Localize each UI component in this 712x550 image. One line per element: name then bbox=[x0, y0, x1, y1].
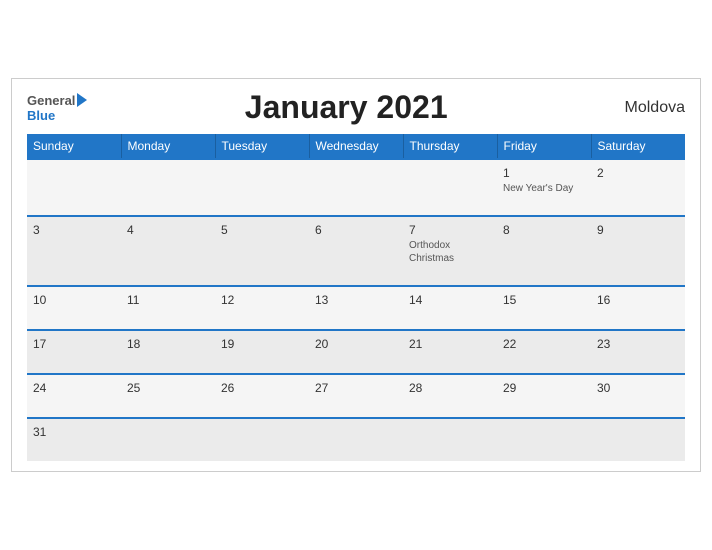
calendar-day: 8 bbox=[497, 216, 591, 286]
day-number: 13 bbox=[315, 293, 397, 307]
day-number: 20 bbox=[315, 337, 397, 351]
day-number: 10 bbox=[33, 293, 115, 307]
header-thursday: Thursday bbox=[403, 134, 497, 159]
day-number: 9 bbox=[597, 223, 679, 237]
calendar-day: 18 bbox=[121, 330, 215, 374]
calendar-day bbox=[403, 159, 497, 216]
country-label: Moldova bbox=[605, 99, 685, 117]
logo-triangle-icon bbox=[77, 93, 87, 107]
day-number: 18 bbox=[127, 337, 209, 351]
calendar-day: 1 New Year's Day bbox=[497, 159, 591, 216]
calendar-day: 6 bbox=[309, 216, 403, 286]
calendar-week-row: 1 New Year's Day 2 bbox=[27, 159, 685, 216]
calendar-day bbox=[215, 418, 309, 461]
calendar-day: 12 bbox=[215, 286, 309, 330]
day-number: 19 bbox=[221, 337, 303, 351]
calendar-day bbox=[403, 418, 497, 461]
calendar-day bbox=[121, 418, 215, 461]
day-number: 31 bbox=[33, 425, 115, 439]
calendar-week-row: 24 25 26 27 28 29 30 bbox=[27, 374, 685, 418]
calendar-week-row: 10 11 12 13 14 15 16 bbox=[27, 286, 685, 330]
calendar-day: 21 bbox=[403, 330, 497, 374]
calendar-day: 17 bbox=[27, 330, 121, 374]
day-number: 16 bbox=[597, 293, 679, 307]
calendar-day: 26 bbox=[215, 374, 309, 418]
calendar-day: 28 bbox=[403, 374, 497, 418]
calendar-day: 20 bbox=[309, 330, 403, 374]
calendar-day: 25 bbox=[121, 374, 215, 418]
calendar-day: 22 bbox=[497, 330, 591, 374]
calendar-day bbox=[121, 159, 215, 216]
logo-general-text: General bbox=[27, 93, 75, 108]
day-number: 15 bbox=[503, 293, 585, 307]
holiday-label: Orthodox Christmas bbox=[409, 239, 491, 265]
calendar-header: General Blue January 2021 Moldova bbox=[27, 89, 685, 126]
header-tuesday: Tuesday bbox=[215, 134, 309, 159]
day-number: 14 bbox=[409, 293, 491, 307]
weekday-header-row: Sunday Monday Tuesday Wednesday Thursday… bbox=[27, 134, 685, 159]
calendar-day: 31 bbox=[27, 418, 121, 461]
day-number: 22 bbox=[503, 337, 585, 351]
calendar-day: 11 bbox=[121, 286, 215, 330]
day-number: 28 bbox=[409, 381, 491, 395]
day-number: 27 bbox=[315, 381, 397, 395]
logo-blue-text: Blue bbox=[27, 108, 55, 123]
calendar-day: 30 bbox=[591, 374, 685, 418]
calendar-day: 14 bbox=[403, 286, 497, 330]
day-number: 5 bbox=[221, 223, 303, 237]
calendar-day: 9 bbox=[591, 216, 685, 286]
day-number: 1 bbox=[503, 166, 585, 180]
day-number: 30 bbox=[597, 381, 679, 395]
day-number: 21 bbox=[409, 337, 491, 351]
calendar-week-row: 31 bbox=[27, 418, 685, 461]
calendar-day: 15 bbox=[497, 286, 591, 330]
calendar-day: 16 bbox=[591, 286, 685, 330]
day-number: 8 bbox=[503, 223, 585, 237]
calendar-day: 19 bbox=[215, 330, 309, 374]
calendar-title: January 2021 bbox=[87, 89, 605, 126]
day-number: 24 bbox=[33, 381, 115, 395]
calendar-table: Sunday Monday Tuesday Wednesday Thursday… bbox=[27, 134, 685, 461]
day-number: 17 bbox=[33, 337, 115, 351]
calendar-container: General Blue January 2021 Moldova Sunday… bbox=[11, 78, 701, 472]
day-number: 3 bbox=[33, 223, 115, 237]
logo: General Blue bbox=[27, 93, 87, 123]
calendar-day: 2 bbox=[591, 159, 685, 216]
calendar-day: 7 Orthodox Christmas bbox=[403, 216, 497, 286]
day-number: 11 bbox=[127, 293, 209, 307]
calendar-day: 27 bbox=[309, 374, 403, 418]
day-number: 29 bbox=[503, 381, 585, 395]
calendar-day bbox=[591, 418, 685, 461]
calendar-day: 13 bbox=[309, 286, 403, 330]
day-number: 12 bbox=[221, 293, 303, 307]
header-wednesday: Wednesday bbox=[309, 134, 403, 159]
header-friday: Friday bbox=[497, 134, 591, 159]
calendar-day: 24 bbox=[27, 374, 121, 418]
calendar-day: 5 bbox=[215, 216, 309, 286]
calendar-day bbox=[215, 159, 309, 216]
calendar-day: 23 bbox=[591, 330, 685, 374]
calendar-day: 29 bbox=[497, 374, 591, 418]
holiday-label: New Year's Day bbox=[503, 182, 585, 195]
calendar-day: 10 bbox=[27, 286, 121, 330]
day-number: 25 bbox=[127, 381, 209, 395]
day-number: 7 bbox=[409, 223, 491, 237]
day-number: 23 bbox=[597, 337, 679, 351]
calendar-day bbox=[309, 418, 403, 461]
calendar-week-row: 34567 Orthodox Christmas 89 bbox=[27, 216, 685, 286]
calendar-week-row: 17 18 19 20 21 22 23 bbox=[27, 330, 685, 374]
calendar-day: 4 bbox=[121, 216, 215, 286]
header-sunday: Sunday bbox=[27, 134, 121, 159]
calendar-day: 3 bbox=[27, 216, 121, 286]
calendar-day bbox=[27, 159, 121, 216]
header-saturday: Saturday bbox=[591, 134, 685, 159]
day-number: 26 bbox=[221, 381, 303, 395]
calendar-day bbox=[497, 418, 591, 461]
day-number: 2 bbox=[597, 166, 679, 180]
day-number: 4 bbox=[127, 223, 209, 237]
header-monday: Monday bbox=[121, 134, 215, 159]
day-number: 6 bbox=[315, 223, 397, 237]
calendar-day bbox=[309, 159, 403, 216]
